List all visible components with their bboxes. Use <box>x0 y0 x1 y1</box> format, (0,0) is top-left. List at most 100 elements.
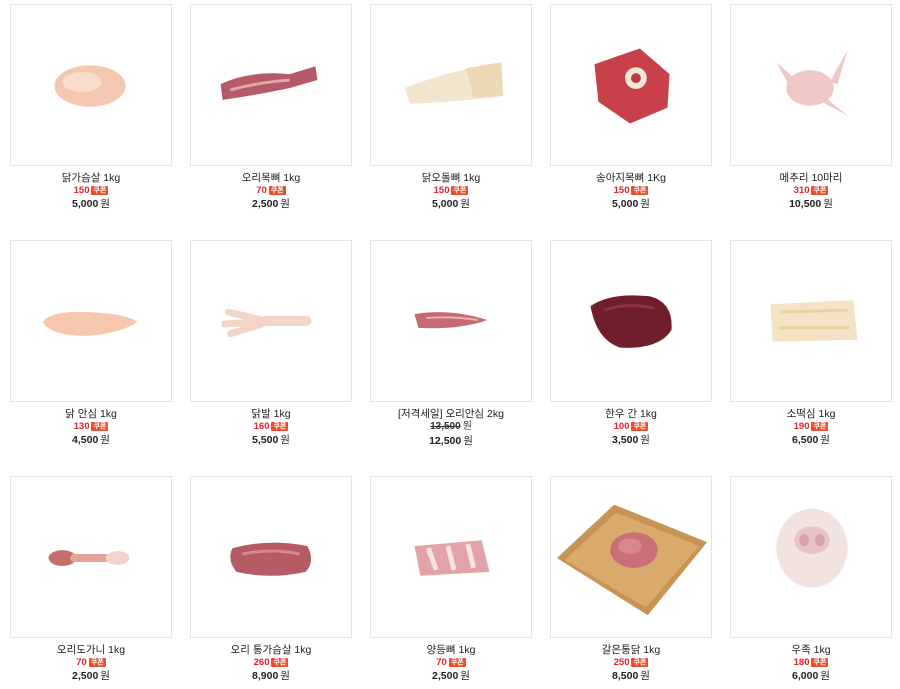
currency-unit: 원 <box>460 670 470 682</box>
product-name[interactable]: 닭가슴살 1kg <box>0 172 182 184</box>
coupon-badge[interactable]: 쿠폰 <box>91 186 109 195</box>
coupon-row: 150 쿠폰 <box>360 185 542 196</box>
currency-unit: 원 <box>640 434 650 446</box>
coupon-points: 180 <box>793 657 810 668</box>
coupon-row: 180 쿠폰 <box>720 657 900 668</box>
product-price: 5,000 원 <box>540 198 722 210</box>
chicken-feet-image[interactable] <box>190 240 352 402</box>
coupon-row: 160 쿠폰 <box>180 421 362 432</box>
coupon-points: 70 <box>436 657 447 668</box>
price-value: 4,500 <box>72 434 99 446</box>
coupon-points: 130 <box>73 421 90 432</box>
original-price-value: 13,500 <box>430 421 461 432</box>
product-price: 5,000 원 <box>0 198 182 210</box>
chicken-breast-image[interactable] <box>10 4 172 166</box>
coupon-row: 250 쿠폰 <box>540 657 722 668</box>
chicken-tenderloin-image[interactable] <box>10 240 172 402</box>
product-name[interactable]: 닭발 1kg <box>180 408 362 420</box>
coupon-row: 70 쿠폰 <box>180 185 362 196</box>
product-price: 12,500 원 <box>360 435 542 447</box>
beef-tendon-image[interactable] <box>730 240 892 402</box>
coupon-badge[interactable]: 쿠폰 <box>631 658 649 667</box>
product-name[interactable]: [저격세일] 오리안심 2kg <box>360 408 542 420</box>
price-value: 8,500 <box>612 670 639 682</box>
product-price: 2,500 원 <box>360 670 542 682</box>
product-name[interactable]: 소떡심 1kg <box>720 408 900 420</box>
currency-unit: 원 <box>640 198 650 210</box>
coupon-badge[interactable]: 쿠폰 <box>91 422 109 431</box>
currency-unit: 원 <box>100 198 110 210</box>
product-price: 4,500 원 <box>0 434 182 446</box>
price-value: 12,500 <box>429 435 462 447</box>
coupon-points: 160 <box>253 421 270 432</box>
product-price: 5,000 원 <box>360 198 542 210</box>
price-value: 8,900 <box>252 670 279 682</box>
product-price: 8,500 원 <box>540 670 722 682</box>
product-name[interactable]: 닭오돌뼈 1kg <box>360 172 542 184</box>
duck-knee-image[interactable] <box>10 476 172 638</box>
coupon-badge[interactable]: 쿠폰 <box>451 186 469 195</box>
coupon-badge[interactable]: 쿠폰 <box>268 186 286 195</box>
coupon-badge[interactable]: 쿠폰 <box>811 422 829 431</box>
product-name[interactable]: 우족 1kg <box>720 644 900 656</box>
price-value: 6,000 <box>792 670 819 682</box>
coupon-badge[interactable]: 쿠폰 <box>811 658 829 667</box>
coupon-row: 150 쿠폰 <box>0 185 182 196</box>
product-price: 6,500 원 <box>720 434 900 446</box>
original-price: 13,500 원 <box>360 421 542 433</box>
coupon-points: 260 <box>253 657 270 668</box>
coupon-row: 190 쿠폰 <box>720 421 900 432</box>
price-value: 10,500 <box>789 198 822 210</box>
product-name[interactable]: 닭 안심 1kg <box>0 408 182 420</box>
coupon-points: 70 <box>76 657 87 668</box>
product-name[interactable]: 송아지목뼈 1Kg <box>540 172 722 184</box>
currency-unit: 원 <box>280 434 290 446</box>
coupon-row: 130 쿠폰 <box>0 421 182 432</box>
currency-unit: 원 <box>820 434 830 446</box>
coupon-points: 150 <box>73 185 90 196</box>
product-name[interactable]: 메추리 10마리 <box>720 172 900 184</box>
coupon-badge[interactable]: 쿠폰 <box>631 186 649 195</box>
product-price: 10,500 원 <box>720 198 900 210</box>
coupon-points: 100 <box>613 421 630 432</box>
price-value: 5,000 <box>612 198 639 210</box>
ox-feet-image[interactable] <box>730 476 892 638</box>
price-value: 5,500 <box>252 434 279 446</box>
product-name[interactable]: 양등뼈 1kg <box>360 644 542 656</box>
coupon-points: 150 <box>613 185 630 196</box>
coupon-points: 310 <box>793 185 810 196</box>
product-name[interactable]: 한우 간 1kg <box>540 408 722 420</box>
coupon-points: 250 <box>613 657 630 668</box>
lamb-back-bone-image[interactable] <box>370 476 532 638</box>
currency-unit: 원 <box>640 670 650 682</box>
coupon-badge[interactable]: 쿠폰 <box>631 422 649 431</box>
coupon-badge[interactable]: 쿠폰 <box>271 658 289 667</box>
coupon-badge[interactable]: 쿠폰 <box>811 186 829 195</box>
duck-breast-image[interactable] <box>190 476 352 638</box>
price-value: 3,500 <box>612 434 639 446</box>
chicken-cartilage-image[interactable] <box>370 4 532 166</box>
ground-chicken-image[interactable] <box>550 476 712 638</box>
product-name[interactable]: 오리도가니 1kg <box>0 644 182 656</box>
coupon-badge[interactable]: 쿠폰 <box>448 658 466 667</box>
quail-image[interactable] <box>730 4 892 166</box>
coupon-row: 310 쿠폰 <box>720 185 900 196</box>
product-price: 5,500 원 <box>180 434 362 446</box>
product-price: 3,500 원 <box>540 434 722 446</box>
product-name[interactable]: 오리목뼈 1kg <box>180 172 362 184</box>
product-price: 2,500 원 <box>180 198 362 210</box>
product-price: 6,000 원 <box>720 670 900 682</box>
product-name[interactable]: 갈은통닭 1kg <box>540 644 722 656</box>
beef-liver-image[interactable] <box>550 240 712 402</box>
currency-unit: 원 <box>460 198 470 210</box>
duck-tenderloin-image[interactable] <box>370 240 532 402</box>
coupon-badge[interactable]: 쿠폰 <box>88 658 106 667</box>
coupon-row: 100 쿠폰 <box>540 421 722 432</box>
price-value: 2,500 <box>432 670 459 682</box>
veal-neck-bone-image[interactable] <box>550 4 712 166</box>
duck-neck-bone-image[interactable] <box>190 4 352 166</box>
product-name[interactable]: 오리 통가슴살 1kg <box>180 644 362 656</box>
price-value: 2,500 <box>72 670 99 682</box>
coupon-badge[interactable]: 쿠폰 <box>271 422 289 431</box>
product-price: 2,500 원 <box>0 670 182 682</box>
